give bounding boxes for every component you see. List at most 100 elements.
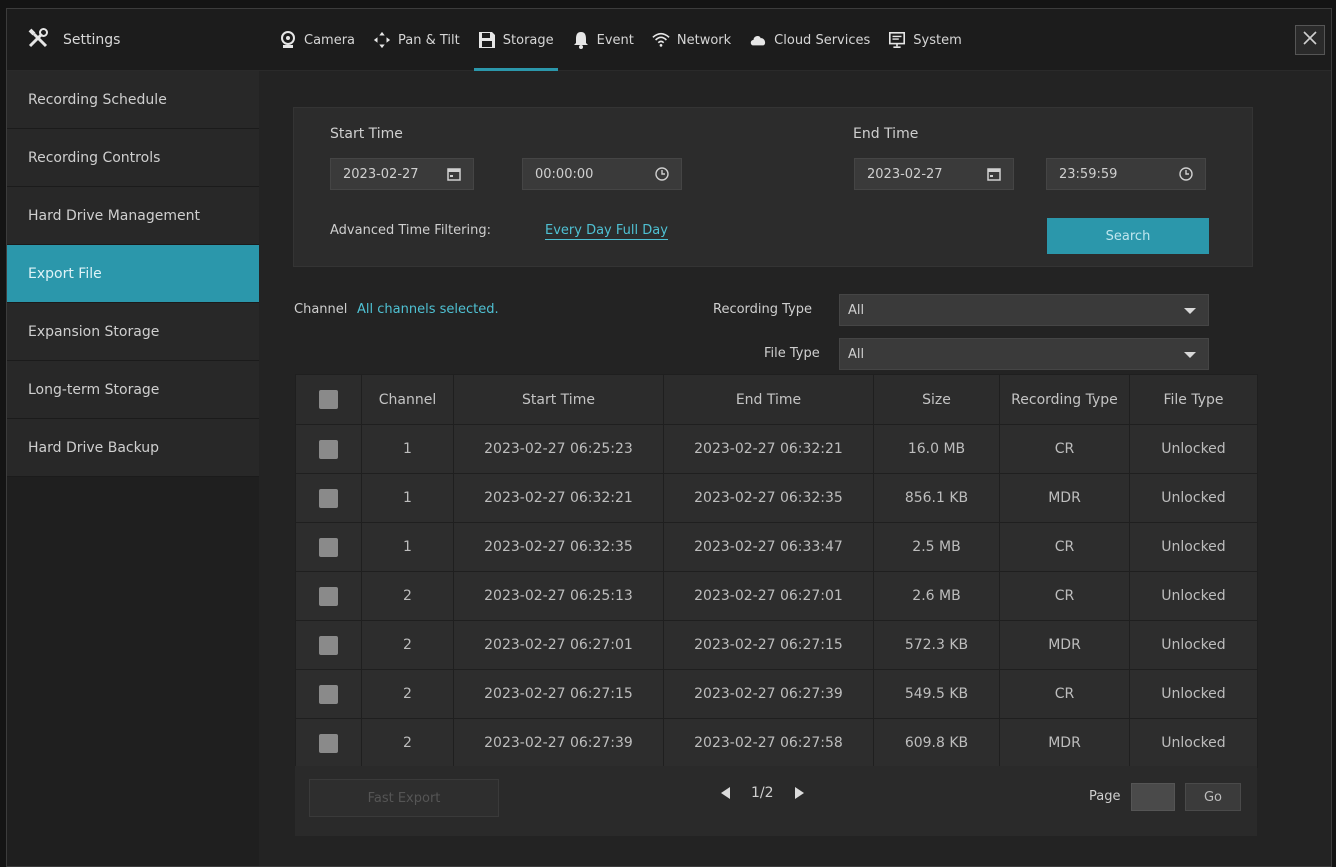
- sidebar-item-recording-schedule[interactable]: Recording Schedule: [7, 71, 259, 129]
- cell-start-time: 2023-02-27 06:25:23: [453, 424, 664, 474]
- table-row[interactable]: 1 2023-02-27 06:32:21 2023-02-27 06:32:3…: [295, 473, 1258, 523]
- cell-file-type: Unlocked: [1129, 718, 1258, 768]
- tab-label: System: [913, 32, 962, 48]
- cell-size: 856.1 KB: [873, 473, 1000, 523]
- cell-end-time: 2023-02-27 06:27:01: [663, 571, 874, 621]
- column-header[interactable]: Size: [873, 374, 1000, 425]
- sidebar-item-hard-drive-backup[interactable]: Hard Drive Backup: [7, 419, 259, 477]
- end-time-field[interactable]: 23:59:59: [1046, 158, 1206, 190]
- column-header[interactable]: Recording Type: [999, 374, 1130, 425]
- page-jump-label: Page: [1089, 789, 1121, 804]
- advanced-filter-link[interactable]: Every Day Full Day: [545, 223, 668, 240]
- tab-storage[interactable]: Storage: [470, 9, 562, 71]
- table-header-row: Channel Start Time End Time Size Recordi…: [295, 374, 1258, 425]
- chevron-down-icon: [1184, 308, 1196, 314]
- go-button[interactable]: Go: [1185, 783, 1241, 811]
- sidebar: Recording Schedule Recording Controls Ha…: [7, 71, 259, 866]
- cell-size: 609.8 KB: [873, 718, 1000, 768]
- end-time-label: End Time: [853, 126, 919, 142]
- table-row[interactable]: 2 2023-02-27 06:25:13 2023-02-27 06:27:0…: [295, 571, 1258, 621]
- column-header[interactable]: End Time: [663, 374, 874, 425]
- main-tabs: Camera Pan & Tilt Storage Event Network …: [271, 9, 972, 71]
- cell-end-time: 2023-02-27 06:32:35: [663, 473, 874, 523]
- chevron-down-icon: [1184, 352, 1196, 358]
- end-date-value: 2023-02-27: [867, 166, 943, 182]
- cell-file-type: Unlocked: [1129, 424, 1258, 474]
- top-nav-bar: Settings Camera Pan & Tilt Storage Event: [7, 9, 1331, 71]
- column-header[interactable]: File Type: [1129, 374, 1258, 425]
- cell-start-time: 2023-02-27 06:25:13: [453, 571, 664, 621]
- sidebar-item-label: Long-term Storage: [28, 381, 160, 398]
- tab-label: Camera: [304, 32, 356, 48]
- tab-label: Pan & Tilt: [398, 32, 460, 48]
- recording-type-label: Recording Type: [713, 302, 813, 317]
- table-footer: Fast Export 1/2 Page Go: [295, 766, 1257, 826]
- search-button[interactable]: Search: [1047, 218, 1209, 254]
- row-checkbox-cell: [295, 522, 362, 572]
- column-header[interactable]: Channel: [361, 374, 454, 425]
- column-header[interactable]: Start Time: [453, 374, 664, 425]
- row-checkbox[interactable]: [319, 488, 338, 508]
- file-type-value: All: [848, 346, 865, 362]
- channel-label: Channel: [294, 302, 348, 317]
- recording-type-select[interactable]: All: [839, 294, 1209, 326]
- cell-start-time: 2023-02-27 06:32:35: [453, 522, 664, 572]
- tab-cloud-services[interactable]: Cloud Services: [741, 9, 878, 71]
- tab-label: Event: [596, 32, 634, 48]
- sidebar-item-expansion-storage[interactable]: Expansion Storage: [7, 303, 259, 361]
- start-date-field[interactable]: 2023-02-27: [330, 158, 474, 190]
- close-button[interactable]: [1295, 25, 1325, 55]
- table-row[interactable]: 1 2023-02-27 06:25:23 2023-02-27 06:32:2…: [295, 424, 1258, 474]
- file-type-select[interactable]: All: [839, 338, 1209, 370]
- cell-end-time: 2023-02-27 06:27:15: [663, 620, 874, 670]
- advanced-filter-label: Advanced Time Filtering:: [330, 223, 491, 238]
- sidebar-item-hard-drive-management[interactable]: Hard Drive Management: [7, 187, 259, 245]
- row-checkbox-cell: [295, 718, 362, 768]
- sidebar-item-label: Export File: [28, 265, 102, 282]
- row-checkbox[interactable]: [319, 537, 338, 557]
- table-row[interactable]: 2 2023-02-27 06:27:39 2023-02-27 06:27:5…: [295, 718, 1258, 768]
- row-checkbox[interactable]: [319, 635, 338, 655]
- cell-channel: 2: [361, 669, 454, 719]
- sidebar-item-export-file[interactable]: Export File: [7, 245, 259, 303]
- page-indicator: 1/2: [751, 785, 774, 801]
- fast-export-button[interactable]: Fast Export: [309, 779, 499, 817]
- bell-icon: [572, 31, 590, 49]
- cloud-icon: [749, 31, 767, 49]
- cell-channel: 2: [361, 571, 454, 621]
- tab-camera[interactable]: Camera: [271, 9, 363, 71]
- cell-size: 16.0 MB: [873, 424, 1000, 474]
- cell-recording-type: CR: [999, 424, 1130, 474]
- row-checkbox-cell: [295, 473, 362, 523]
- row-checkbox[interactable]: [319, 733, 338, 753]
- row-checkbox[interactable]: [319, 439, 338, 459]
- sidebar-item-recording-controls[interactable]: Recording Controls: [7, 129, 259, 187]
- row-checkbox[interactable]: [319, 586, 338, 606]
- storage-icon: [478, 31, 496, 49]
- tab-event[interactable]: Event: [564, 9, 642, 71]
- row-checkbox-cell: [295, 571, 362, 621]
- tab-pan-tilt[interactable]: Pan & Tilt: [365, 9, 468, 71]
- page-jump-input[interactable]: [1131, 783, 1175, 811]
- app-brand: Settings: [27, 9, 120, 71]
- start-time-field[interactable]: 00:00:00: [522, 158, 682, 190]
- channel-selector-link[interactable]: All channels selected.: [357, 302, 499, 317]
- prev-page-button[interactable]: [719, 786, 731, 800]
- tab-network[interactable]: Network: [644, 9, 739, 71]
- cell-size: 2.6 MB: [873, 571, 1000, 621]
- end-date-field[interactable]: 2023-02-27: [854, 158, 1014, 190]
- row-checkbox[interactable]: [319, 684, 338, 704]
- table-row[interactable]: 1 2023-02-27 06:32:35 2023-02-27 06:33:4…: [295, 522, 1258, 572]
- select-all-checkbox[interactable]: [319, 390, 338, 409]
- cell-recording-type: MDR: [999, 620, 1130, 670]
- table-row[interactable]: 2 2023-02-27 06:27:15 2023-02-27 06:27:3…: [295, 669, 1258, 719]
- next-page-button[interactable]: [794, 786, 806, 800]
- start-date-value: 2023-02-27: [343, 166, 419, 182]
- cell-size: 2.5 MB: [873, 522, 1000, 572]
- cell-size: 572.3 KB: [873, 620, 1000, 670]
- row-checkbox-cell: [295, 424, 362, 474]
- tab-system[interactable]: System: [880, 9, 969, 71]
- sidebar-item-long-term-storage[interactable]: Long-term Storage: [7, 361, 259, 419]
- table-row[interactable]: 2 2023-02-27 06:27:01 2023-02-27 06:27:1…: [295, 620, 1258, 670]
- cell-recording-type: MDR: [999, 718, 1130, 768]
